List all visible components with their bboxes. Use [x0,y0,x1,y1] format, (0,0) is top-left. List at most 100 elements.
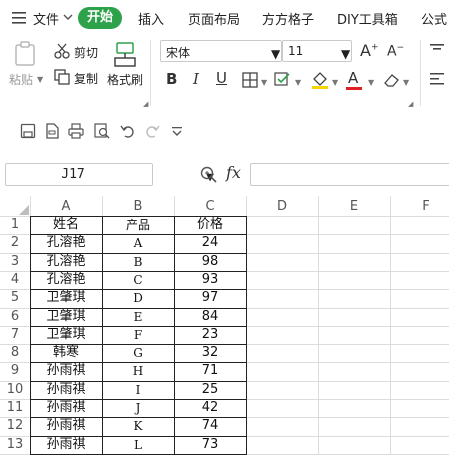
column-header-d[interactable]: D [246,198,318,216]
table-cell[interactable]: 孙雨祺 [30,399,102,417]
column-header-b[interactable]: B [102,198,174,216]
table-cell[interactable]: I [102,381,174,399]
align-left-icon[interactable] [430,72,444,86]
table-cell[interactable]: 74 [174,417,246,435]
row-header-9[interactable]: 9 [0,362,30,380]
print-icon[interactable] [68,123,84,139]
table-cell[interactable]: 42 [174,399,246,417]
table-cell[interactable]: 93 [174,271,246,289]
table-cell[interactable]: 孙雨祺 [30,362,102,380]
row-header-13[interactable]: 13 [0,436,30,454]
borders-icon[interactable] [242,72,258,88]
table-cell[interactable]: 25 [174,381,246,399]
table-cell[interactable]: B [102,253,174,271]
table-cell[interactable]: 84 [174,308,246,326]
bold-button[interactable]: B [166,70,177,88]
shrink-font-icon[interactable]: A− [387,43,404,60]
table-cell[interactable]: C [102,271,174,289]
align-top-icon[interactable] [430,44,444,54]
column-header-e[interactable]: E [318,198,390,216]
column-header-a[interactable]: A [30,198,102,216]
table-cell[interactable]: 孙雨祺 [30,436,102,454]
tab-fangfang-gezi[interactable]: 方方格子 [262,9,314,28]
paste-label[interactable]: 粘贴 [9,71,33,88]
cell-style-icon[interactable] [274,72,292,88]
print-preview-icon[interactable] [94,123,110,139]
table-cell[interactable]: 卫肇琪 [30,326,102,344]
tab-insert[interactable]: 插入 [138,9,164,28]
tab-diy-toolbox[interactable]: DIY工具箱 [337,9,398,28]
table-cell[interactable]: 孙雨祺 [30,417,102,435]
row-header-11[interactable]: 11 [0,399,30,417]
copy-label[interactable]: 复制 [74,70,98,87]
fill-color-icon[interactable] [311,70,329,90]
row-header-12[interactable]: 12 [0,417,30,435]
table-cell[interactable]: D [102,289,174,307]
column-header-f[interactable]: F [390,198,449,216]
fill-color-dropdown-icon[interactable]: ▼ [332,78,338,87]
font-color-dropdown-icon[interactable]: ▼ [368,78,374,87]
copy-icon[interactable] [54,69,70,85]
row-header-4[interactable]: 4 [0,271,30,289]
table-cell[interactable]: G [102,344,174,362]
tab-home[interactable]: 开始 [78,7,122,29]
table-cell[interactable]: 卫肇琪 [30,289,102,307]
table-cell[interactable]: 32 [174,344,246,362]
table-header-cell[interactable]: 价格 [174,216,246,234]
table-cell[interactable]: 23 [174,326,246,344]
export-pdf-icon[interactable] [44,123,60,139]
font-name-select[interactable]: 宋体 ▼ [160,40,282,62]
insert-function-button[interactable]: fx [226,163,241,182]
table-cell[interactable]: 73 [174,436,246,454]
font-color-button[interactable]: A [348,69,358,87]
chevron-down-icon[interactable] [63,14,73,21]
row-header-2[interactable]: 2 [0,234,30,252]
table-cell[interactable]: F [102,326,174,344]
zoom-formula-icon[interactable] [200,166,218,184]
italic-button[interactable]: I [193,70,199,88]
table-cell[interactable]: 孔溶艳 [30,234,102,252]
eraser-dropdown-icon[interactable]: ▼ [403,78,409,87]
select-all-corner-icon[interactable] [19,205,29,215]
eraser-icon[interactable] [383,72,401,88]
table-cell[interactable]: 韩寒 [30,344,102,362]
table-cell[interactable]: L [102,436,174,454]
table-cell[interactable]: 孙雨祺 [30,381,102,399]
table-header-cell[interactable]: 产品 [102,216,174,234]
customize-toolbar-icon[interactable] [171,123,187,139]
table-cell[interactable]: J [102,399,174,417]
borders-dropdown-icon[interactable]: ▼ [261,78,267,87]
clipboard-dialog-launcher-icon[interactable]: ◢ [143,100,148,108]
cell-style-dropdown-icon[interactable]: ▼ [295,78,301,87]
row-header-10[interactable]: 10 [0,381,30,399]
row-header-5[interactable]: 5 [0,289,30,307]
table-cell[interactable]: K [102,417,174,435]
table-cell[interactable]: 孔溶艳 [30,271,102,289]
redo-icon[interactable] [144,123,160,139]
file-menu[interactable]: 文件 [33,9,59,28]
font-size-select[interactable]: 11 ▼ [282,40,352,62]
paste-icon[interactable] [13,41,39,67]
scissors-icon[interactable] [54,43,70,59]
tab-page-layout[interactable]: 页面布局 [188,9,240,28]
font-dialog-launcher-icon[interactable]: ◢ [408,100,413,108]
row-header-3[interactable]: 3 [0,253,30,271]
row-header-7[interactable]: 7 [0,326,30,344]
table-cell[interactable]: E [102,308,174,326]
cut-label[interactable]: 剪切 [74,44,98,61]
table-header-cell[interactable]: 姓名 [30,216,102,234]
row-header-6[interactable]: 6 [0,308,30,326]
table-cell[interactable]: H [102,362,174,380]
name-box[interactable]: J17 ▼ [5,163,214,186]
hamburger-menu-icon[interactable] [12,12,26,24]
table-cell[interactable]: 卫肇琪 [30,308,102,326]
table-cell[interactable]: 71 [174,362,246,380]
row-header-1[interactable]: 1 [0,216,30,234]
table-cell[interactable]: 97 [174,289,246,307]
paste-dropdown-icon[interactable]: ▼ [37,75,43,84]
undo-icon[interactable] [120,123,136,139]
format-painter-icon[interactable] [113,42,137,68]
format-painter-label[interactable]: 格式刷 [107,71,143,88]
table-cell[interactable]: A [102,234,174,252]
table-cell[interactable]: 24 [174,234,246,252]
